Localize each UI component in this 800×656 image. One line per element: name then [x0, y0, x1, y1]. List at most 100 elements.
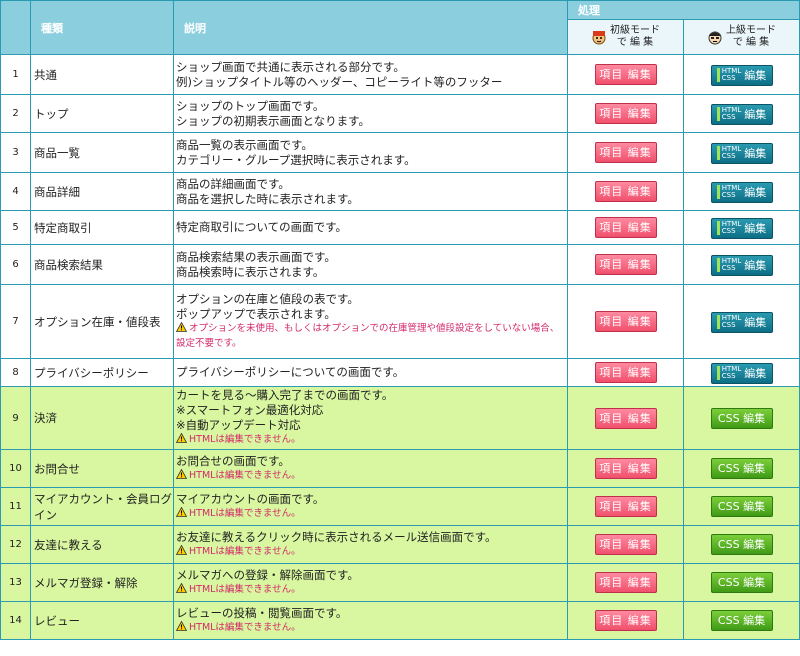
- desc-line: 商品検索結果の表示画面です。: [176, 249, 336, 264]
- warning-note: HTMLは編集できません。: [175, 468, 565, 484]
- css-edit-button[interactable]: CSS 編集: [710, 496, 773, 517]
- desc-line: お友達に教えるクリック時に表示されるメール送信画面です。: [176, 529, 497, 544]
- col-type-header: 種類: [30, 0, 174, 55]
- warning-icon: [175, 432, 188, 448]
- table-row: 10 お問合せ お問合せの画面です。 HTMLは編集できません。 項目 編集 CSS 編集: [0, 449, 800, 488]
- desc-line: ショップの初期表示画面となります。: [176, 113, 371, 128]
- row-description: お問合せの画面です。 HTMLは編集できません。: [173, 449, 568, 488]
- table-row: 3 商品一覧 商品一覧の表示画面です。 カテゴリー・グループ選択時に表示されます。 項目…: [0, 132, 800, 173]
- css-tag-label: CSS: [721, 152, 736, 161]
- css-edit-button[interactable]: CSS 編集: [710, 407, 773, 429]
- table-row: 6 商品検索結果 商品検索結果の表示画面です。 商品検索時に表示されます。 項目 編集 H…: [0, 244, 800, 285]
- warning-icon: [175, 544, 188, 560]
- row-type: 特定商取引: [30, 210, 174, 245]
- desc-line: カテゴリー・グループ選択時に表示されます。: [176, 152, 416, 167]
- row-type: 決済: [30, 386, 174, 450]
- warning-note: HTMLは編集できません。: [175, 506, 565, 522]
- row-number: 5: [0, 210, 31, 245]
- row-number: 14: [0, 601, 31, 640]
- advanced-action-cell: HTML CSS 編集: [683, 132, 800, 173]
- warning-text: HTMLは編集できません。: [189, 621, 301, 633]
- css-tag-label: CSS: [721, 372, 736, 381]
- row-type: トップ: [30, 94, 174, 133]
- beginner-mode-label: 初級モード: [610, 25, 660, 36]
- row-type: プライバシーポリシー: [30, 358, 174, 387]
- item-edit-button[interactable]: 項目 編集: [594, 496, 657, 517]
- item-edit-button[interactable]: 項目 編集: [594, 572, 657, 593]
- advanced-action-cell: CSS 編集: [683, 449, 800, 488]
- warning-text: HTMLは編集できません。: [189, 583, 301, 595]
- item-edit-button[interactable]: 項目 編集: [594, 103, 657, 124]
- html-css-icon: HTML CSS: [716, 258, 741, 273]
- warning-note: HTMLは編集できません。: [175, 582, 565, 598]
- html-css-icon: HTML CSS: [716, 68, 741, 83]
- warning-icon: [175, 468, 188, 484]
- row-description: 特定商取引についての画面です。: [173, 210, 568, 245]
- item-edit-button[interactable]: 項目 編集: [594, 362, 657, 383]
- row-number: 13: [0, 563, 31, 602]
- desc-line: メルマガへの登録・解除画面です。: [176, 567, 359, 582]
- desc-line: 商品を選択した時に表示されます。: [176, 191, 359, 206]
- template-table: 種類 説明 処理 初級モードで 編 集 上級モードで 編 集 1 共通 ショップ…: [0, 0, 800, 640]
- edit-label: 編集: [744, 147, 767, 161]
- desc-line: ポップアップで表示されます。: [176, 307, 336, 321]
- css-edit-button[interactable]: CSS 編集: [710, 458, 773, 479]
- table-row: 8 プライバシーポリシー プライバシーポリシーについての画面です。 項目 編集 HTML…: [0, 358, 800, 387]
- item-edit-button[interactable]: 項目 編集: [594, 458, 657, 479]
- desc-line: プライバシーポリシーについての画面です。: [176, 365, 405, 379]
- beginner-action-cell: 項目 編集: [567, 386, 684, 450]
- beginner-action-cell: 項目 編集: [567, 601, 684, 640]
- warning-icon: [175, 506, 188, 522]
- beginner-action-cell: 項目 編集: [567, 172, 684, 211]
- advanced-action-cell: CSS 編集: [683, 525, 800, 564]
- item-edit-button[interactable]: 項目 編集: [594, 142, 657, 163]
- css-edit-button[interactable]: CSS 編集: [710, 572, 773, 593]
- css-edit-button[interactable]: CSS 編集: [710, 610, 773, 631]
- row-type: 商品検索結果: [30, 244, 174, 285]
- item-edit-button[interactable]: 項目 編集: [594, 64, 657, 85]
- col-process-header: 処理: [567, 0, 800, 20]
- css-edit-button[interactable]: CSS 編集: [710, 534, 773, 555]
- row-description: お友達に教えるクリック時に表示されるメール送信画面です。 HTMLは編集できません…: [173, 525, 568, 564]
- item-edit-button[interactable]: 項目 編集: [594, 181, 657, 202]
- html-css-edit-button[interactable]: HTML CSS 編集: [710, 103, 773, 125]
- row-description: ショップのトップ画面です。 ショップの初期表示画面となります。: [173, 94, 568, 133]
- html-css-icon: HTML CSS: [716, 366, 741, 381]
- row-number: 2: [0, 94, 31, 133]
- advanced-action-cell: CSS 編集: [683, 386, 800, 450]
- warning-note: HTMLは編集できません。: [175, 432, 565, 448]
- edit-label: 編集: [744, 367, 767, 381]
- item-edit-button[interactable]: 項目 編集: [594, 407, 657, 429]
- row-type: 共通: [30, 54, 174, 95]
- table-row: 14 レビュー レビューの投稿・閲覧画面です。 HTMLは編集できません。 項目 編集 C…: [0, 601, 800, 640]
- item-edit-button[interactable]: 項目 編集: [594, 217, 657, 238]
- item-edit-button[interactable]: 項目 編集: [594, 254, 657, 275]
- row-number: 8: [0, 358, 31, 387]
- html-css-edit-button[interactable]: HTML CSS 編集: [710, 217, 773, 239]
- html-css-edit-button[interactable]: HTML CSS 編集: [710, 181, 773, 203]
- html-css-edit-button[interactable]: HTML CSS 編集: [710, 362, 773, 384]
- html-css-edit-button[interactable]: HTML CSS 編集: [710, 64, 773, 86]
- row-description: プライバシーポリシーについての画面です。: [173, 358, 568, 387]
- row-number: 3: [0, 132, 31, 173]
- table-row: 2 トップ ショップのトップ画面です。 ショップの初期表示画面となります。 項目 編集 H…: [0, 94, 800, 133]
- html-css-edit-button[interactable]: HTML CSS 編集: [710, 311, 773, 333]
- row-description: ショップ画面で共通に表示される部分です。 例)ショップタイトル等のヘッダー、コピー…: [173, 54, 568, 95]
- col-desc-header: 説明: [173, 0, 568, 55]
- item-edit-button[interactable]: 項目 編集: [594, 534, 657, 555]
- advanced-face-icon: [707, 29, 723, 45]
- warning-text: HTMLは編集できません。: [189, 434, 301, 445]
- css-tag-label: CSS: [721, 321, 736, 330]
- beginner-face-icon: [591, 29, 607, 45]
- item-edit-button[interactable]: 項目 編集: [594, 311, 657, 332]
- edit-label: 編集: [744, 222, 767, 236]
- advanced-action-cell: HTML CSS 編集: [683, 210, 800, 245]
- advanced-action-cell: CSS 編集: [683, 563, 800, 602]
- beginner-mode-sublabel: で 編 集: [616, 37, 654, 48]
- html-css-icon: HTML CSS: [716, 221, 741, 236]
- row-description: メルマガへの登録・解除画面です。 HTMLは編集できません。: [173, 563, 568, 602]
- html-css-edit-button[interactable]: HTML CSS 編集: [710, 142, 773, 164]
- item-edit-button[interactable]: 項目 編集: [594, 610, 657, 631]
- edit-label: 編集: [744, 259, 767, 273]
- html-css-edit-button[interactable]: HTML CSS 編集: [710, 254, 773, 276]
